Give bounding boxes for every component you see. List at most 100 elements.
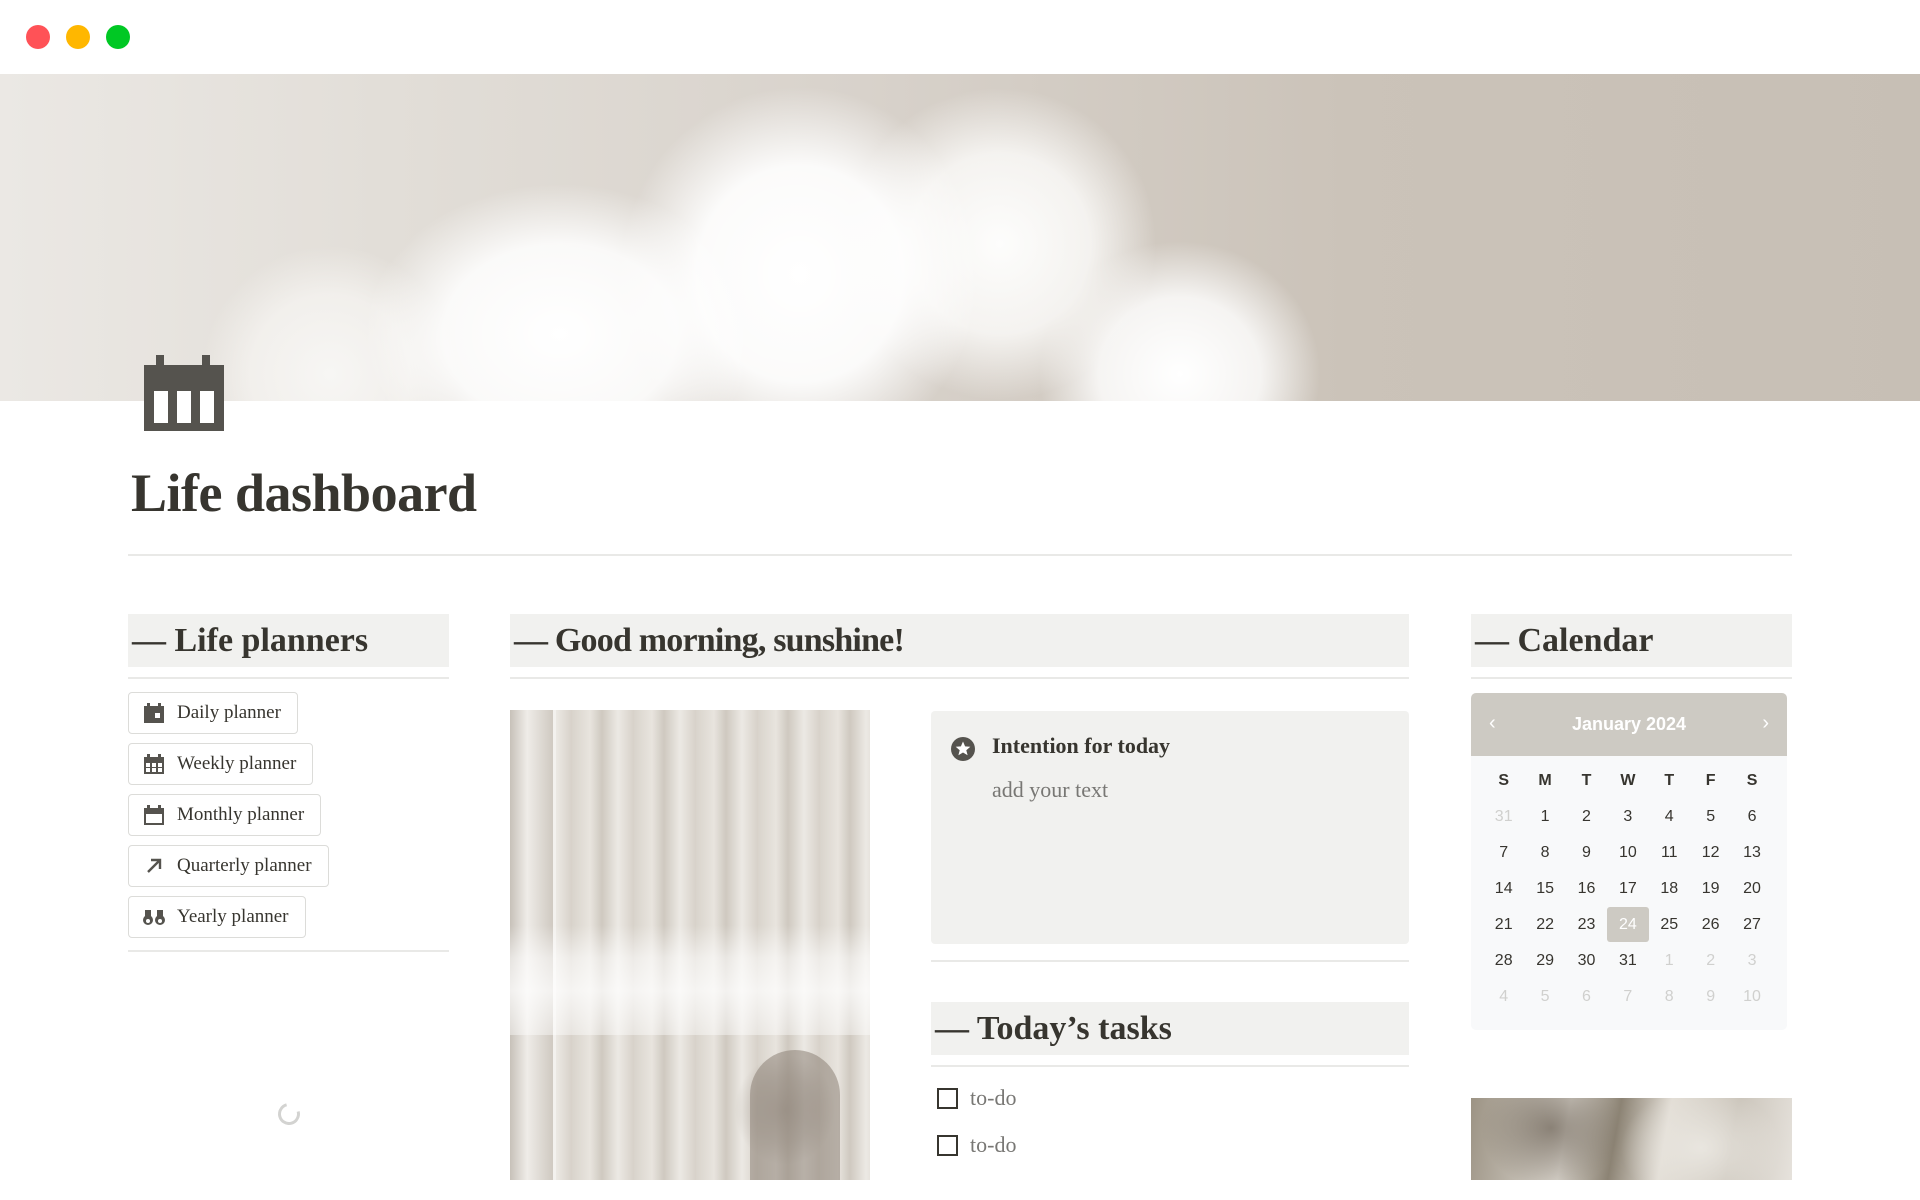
todays-tasks-heading: — Today’s tasks [931, 1002, 1409, 1055]
quarterly-planner-label: Quarterly planner [177, 855, 312, 876]
calendar-week-row: 31 1 2 3 4 5 6 [1483, 799, 1773, 835]
calendar-day-today[interactable]: 24 [1607, 907, 1649, 942]
calendar-day[interactable]: 21 [1483, 907, 1524, 942]
calendar-day[interactable]: 18 [1649, 871, 1690, 906]
calendar-day[interactable]: 2 [1566, 799, 1607, 834]
calendar-day[interactable]: 14 [1483, 871, 1524, 906]
calendar-week-row: 7 8 9 10 11 12 13 [1483, 835, 1773, 871]
calendar-day[interactable]: 7 [1607, 979, 1648, 1014]
calendar-day[interactable]: 3 [1607, 799, 1648, 834]
window-titlebar [0, 0, 1920, 74]
quarterly-planner-button[interactable]: Quarterly planner [128, 845, 329, 887]
divider [931, 1065, 1409, 1067]
divider [931, 960, 1409, 962]
calendar-month-icon [143, 804, 165, 826]
daily-planner-button[interactable]: Daily planner [128, 692, 298, 734]
page-title: Life dashboard [131, 463, 477, 523]
daily-planner-label: Daily planner [177, 702, 281, 723]
maximize-window-button[interactable] [106, 25, 130, 49]
star-circle-icon [951, 737, 975, 761]
calendar-day[interactable]: 30 [1566, 943, 1607, 978]
calendar-day[interactable]: 23 [1566, 907, 1607, 942]
calendar-day[interactable]: 6 [1731, 799, 1772, 834]
calendar-day[interactable]: 26 [1690, 907, 1731, 942]
calendar-day[interactable]: 9 [1690, 979, 1731, 1014]
calendar-day[interactable]: 5 [1524, 979, 1565, 1014]
curtain-photo [510, 710, 870, 1180]
calendar-day[interactable]: 4 [1649, 799, 1690, 834]
calendar-day[interactable]: 31 [1607, 943, 1648, 978]
divider [128, 950, 449, 952]
calendar-day[interactable]: 5 [1690, 799, 1731, 834]
calendar-header: ‹ January 2024 › [1471, 693, 1787, 756]
weekday-label: T [1581, 771, 1592, 789]
weekday-label: M [1538, 771, 1552, 789]
calendar-day[interactable]: 12 [1690, 835, 1731, 870]
calendar-day[interactable]: 3 [1731, 943, 1772, 978]
calendar-week-row: 28 29 30 31 1 2 3 [1483, 943, 1773, 979]
yearly-planner-label: Yearly planner [177, 906, 289, 927]
calendar-day[interactable]: 22 [1524, 907, 1565, 942]
calendar-week-row: 4 5 6 7 8 9 10 [1483, 979, 1773, 1015]
calendar-day[interactable]: 4 [1483, 979, 1524, 1014]
weekly-planner-button[interactable]: Weekly planner [128, 743, 314, 785]
yearly-planner-button[interactable]: Yearly planner [128, 896, 306, 938]
calendar-day-icon [143, 702, 165, 724]
todo-item[interactable]: to-do [937, 1085, 1016, 1111]
binoculars-icon [143, 906, 165, 928]
intention-title: Intention for today [992, 733, 1171, 758]
divider [128, 677, 449, 679]
calendar-day[interactable]: 11 [1649, 835, 1690, 870]
checkbox[interactable] [937, 1134, 958, 1156]
calendar-day[interactable]: 31 [1483, 799, 1524, 834]
todo-label: to-do [970, 1132, 1017, 1157]
greeting-heading: — Good morning, sunshine! [510, 614, 1409, 667]
calendar-day[interactable]: 8 [1649, 979, 1690, 1014]
todo-label: to-do [970, 1085, 1017, 1110]
calendar-week-icon [143, 753, 165, 775]
intention-callout[interactable]: Intention for today add your text [931, 711, 1409, 944]
calendar-week-row: 14 15 16 17 18 19 20 [1483, 871, 1773, 907]
cover-image-clouds [0, 74, 1920, 401]
chevron-right-icon[interactable]: › [1762, 693, 1769, 753]
calendar-day[interactable]: 6 [1566, 979, 1607, 1014]
weekday-label: F [1705, 771, 1716, 789]
calendar-day[interactable]: 10 [1607, 835, 1648, 870]
weekday-label: S [1746, 771, 1758, 789]
calendar-day[interactable]: 8 [1524, 835, 1565, 870]
arrow-up-right-icon [143, 855, 165, 877]
checkbox[interactable] [937, 1087, 958, 1109]
calendar-heading: — Calendar [1471, 614, 1792, 667]
calendar-day[interactable]: 1 [1649, 943, 1690, 978]
calendar-day[interactable]: 27 [1731, 907, 1772, 942]
minimize-window-button[interactable] [66, 25, 90, 49]
calendar-day[interactable]: 10 [1731, 979, 1772, 1014]
calendar-day[interactable]: 15 [1524, 871, 1565, 906]
weekday-label: W [1620, 771, 1636, 789]
calendar-grid: SMTWTFS 31 1 2 3 4 5 6 7 8 9 10 11 12 13 14 15 16 17 18 19 2… [1483, 763, 1773, 1015]
weekday-row: SMTWTFS [1483, 763, 1773, 799]
calendar-day[interactable]: 28 [1483, 943, 1524, 978]
loading-spinner-icon [273, 1098, 305, 1130]
calendar-day[interactable]: 9 [1566, 835, 1607, 870]
calendar-day[interactable]: 19 [1690, 871, 1731, 906]
divider [510, 677, 1409, 679]
calendar-day[interactable]: 25 [1649, 907, 1690, 942]
calendar-icon[interactable] [144, 355, 224, 431]
weekday-label: S [1498, 771, 1510, 789]
monthly-planner-button[interactable]: Monthly planner [128, 794, 322, 836]
calendar-day[interactable]: 20 [1731, 871, 1772, 906]
calendar-day[interactable]: 13 [1731, 835, 1772, 870]
calendar-day[interactable]: 2 [1690, 943, 1731, 978]
calendar-day[interactable]: 7 [1483, 835, 1524, 870]
todo-item[interactable]: to-do [937, 1132, 1016, 1158]
calendar-day[interactable]: 16 [1566, 871, 1607, 906]
calendar-day[interactable]: 17 [1607, 871, 1648, 906]
weekly-planner-label: Weekly planner [177, 753, 297, 774]
divider [1471, 677, 1792, 679]
intention-text-placeholder[interactable]: add your text [992, 777, 1108, 803]
close-window-button[interactable] [26, 25, 50, 49]
calendar-widget: ‹ January 2024 › SMTWTFS 31 1 2 3 4 5 6 7 8 9 10 11… [1471, 693, 1787, 1030]
calendar-day[interactable]: 29 [1524, 943, 1565, 978]
calendar-day[interactable]: 1 [1524, 799, 1565, 834]
